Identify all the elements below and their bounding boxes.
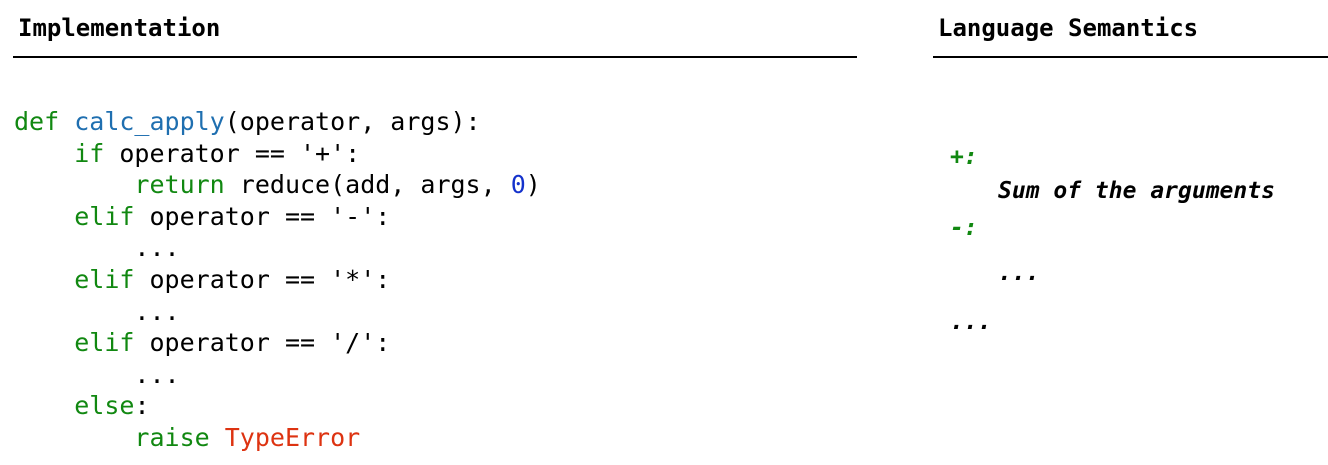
code-line-ellipsis: ... (14, 296, 541, 328)
code-line-elif-divide: elif operator == '/': (14, 327, 541, 359)
return-expression: reduce(add, args, (224, 170, 511, 200)
elif-condition: operator == '*': (134, 264, 391, 294)
language-semantics-heading: Language Semantics (938, 14, 1199, 42)
keyword-raise: raise (134, 422, 210, 452)
keyword-else: else (74, 391, 135, 421)
language-semantics-divider (933, 56, 1328, 58)
keyword-if: if (74, 138, 105, 168)
else-colon: : (134, 391, 150, 421)
keyword-def: def (14, 107, 60, 136)
code-line-raise: raise TypeError (14, 422, 541, 454)
implementation-heading: Implementation (18, 14, 221, 42)
semantics-more-ellipsis: ... (950, 309, 992, 335)
ellipsis: ... (134, 296, 180, 326)
keyword-elif: elif (74, 264, 135, 294)
semantics-description-minus: ... (998, 260, 1040, 286)
implementation-divider (13, 56, 857, 58)
ellipsis: ... (134, 233, 180, 263)
code-line-ellipsis: ... (14, 232, 541, 264)
exception-name: TypeError (224, 422, 361, 452)
code-line-return: return reduce(add, args, 0) (14, 169, 541, 201)
keyword-elif: elif (74, 328, 135, 358)
semantics-description-plus: Sum of the arguments (998, 178, 1275, 204)
number-literal: 0 (510, 170, 526, 200)
function-name: calc_apply (74, 107, 225, 136)
elif-condition: operator == '/': (134, 328, 391, 358)
code-line-elif-minus: elif operator == '-': (14, 201, 541, 233)
elif-condition: operator == '-': (134, 201, 391, 231)
ellipsis: ... (134, 359, 180, 389)
if-condition: operator == '+': (104, 138, 361, 168)
semantics-operator-plus: +: (950, 144, 978, 170)
keyword-elif: elif (74, 201, 135, 231)
semantics-operator-minus: -: (950, 215, 978, 241)
closing-paren: ) (525, 170, 541, 200)
code-line-if: if operator == '+': (14, 138, 541, 170)
code-line-ellipsis: ... (14, 359, 541, 391)
function-params: (operator, args): (224, 107, 481, 136)
code-line-else: else: (14, 390, 541, 422)
code-block: def calc_apply(operator, args): if opera… (14, 106, 541, 454)
code-line-def: def calc_apply(operator, args): (14, 106, 541, 138)
keyword-return: return (134, 170, 225, 200)
code-line-elif-times: elif operator == '*': (14, 264, 541, 296)
